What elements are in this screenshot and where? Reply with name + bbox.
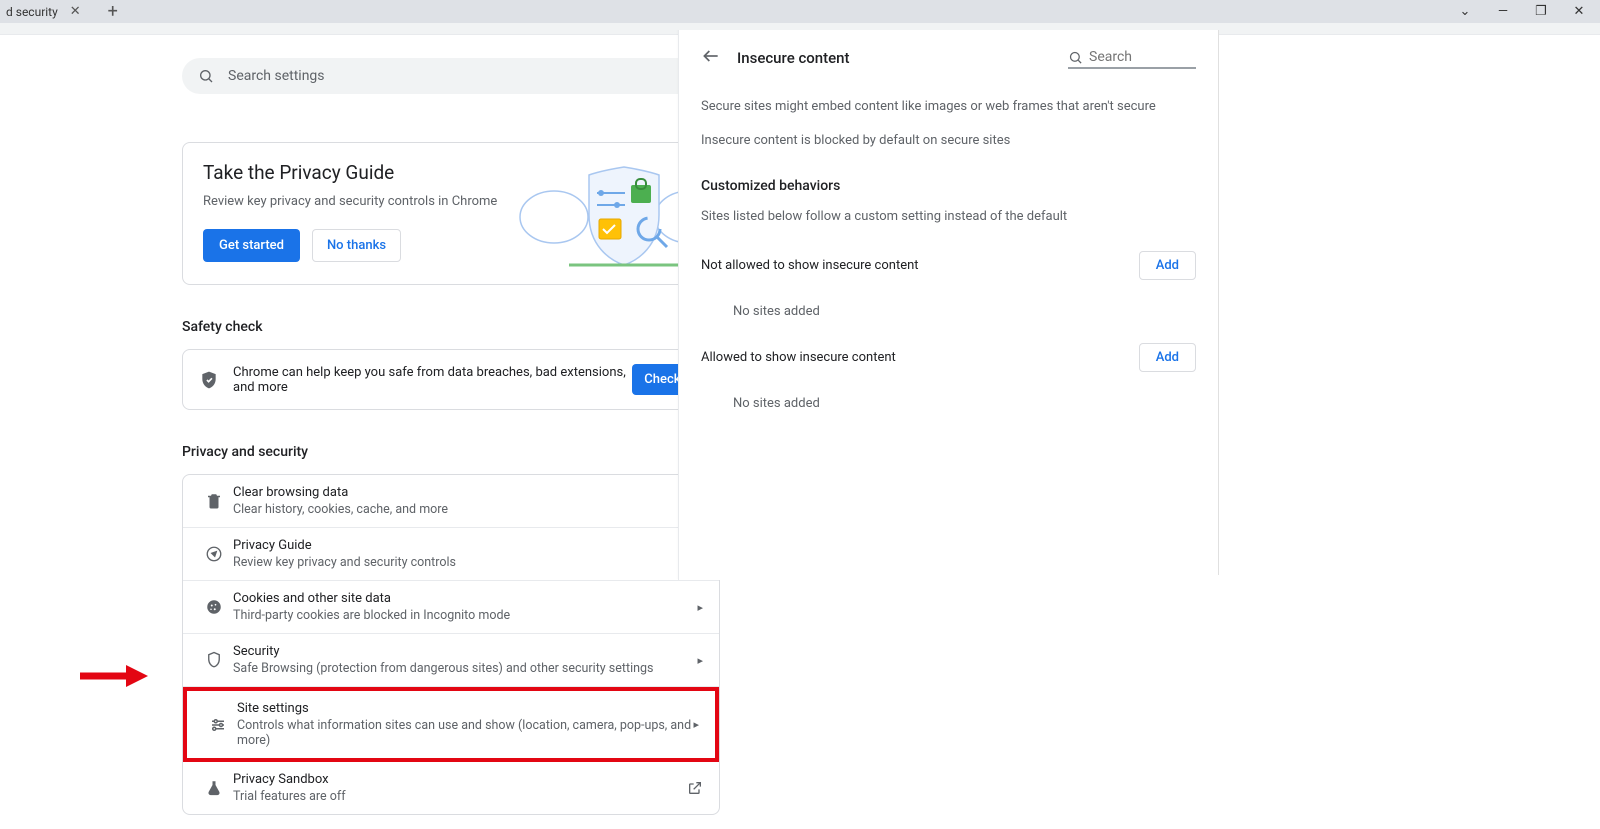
search-icon [198,68,214,84]
not-allowed-section: Not allowed to show insecure content Add… [701,251,1196,319]
chevron-right-icon: ▸ [697,601,703,614]
row-title: Cookies and other site data [233,591,697,606]
back-button[interactable] [701,46,721,70]
customized-behaviors-sub: Sites listed below follow a custom setti… [701,208,1196,226]
row-privacy-guide[interactable]: Privacy Guide Review key privacy and sec… [183,528,719,581]
close-window-button[interactable]: ✕ [1564,0,1594,23]
row-sub: Controls what information sites can use … [237,718,693,748]
row-title: Security [233,644,697,659]
panel-title: Insecure content [737,49,1052,67]
panel-desc-2: Insecure content is blocked by default o… [701,132,1196,150]
settings-content: Search settings Take the Privacy Guide R… [182,58,720,815]
row-title: Clear browsing data [233,485,703,500]
window-controls: ⌄ — ❐ ✕ [1450,0,1600,23]
row-title: Privacy Guide [233,538,703,553]
safety-check-card: Chrome can help keep you safe from data … [182,349,720,410]
right-divider [1218,30,1219,575]
cookie-icon [205,598,223,616]
row-cookies[interactable]: Cookies and other site data Third-party … [183,581,719,634]
tab-title: d security [6,5,58,19]
no-thanks-button[interactable]: No thanks [312,229,401,262]
privacy-security-heading: Privacy and security [182,444,720,460]
insecure-content-panel: Insecure content Secure sites might embe… [678,30,1218,580]
minimize-button[interactable]: — [1488,0,1518,23]
privacy-guide-card: Take the Privacy Guide Review key privac… [182,142,720,285]
row-title: Site settings [237,701,693,716]
maximize-button[interactable]: ❐ [1526,0,1556,23]
panel-search[interactable] [1068,47,1196,69]
trash-icon [205,492,223,510]
browser-tab[interactable]: d security ✕ [0,0,91,23]
row-sub: Trial features are off [233,789,687,804]
tab-strip: d security ✕ + ⌄ — ❐ ✕ [0,0,1600,23]
flask-icon [205,779,223,797]
tabs-dropdown-icon[interactable]: ⌄ [1450,0,1480,23]
arrow-left-icon [701,46,721,66]
row-sub: Clear history, cookies, cache, and more [233,502,703,517]
row-title: Privacy Sandbox [233,772,687,787]
search-placeholder: Search settings [228,68,325,84]
safety-check-text: Chrome can help keep you safe from data … [233,365,632,395]
row-clear-browsing-data[interactable]: Clear browsing data Clear history, cooki… [183,475,719,528]
search-icon [1068,50,1083,65]
shield-icon [205,651,223,669]
new-tab-button[interactable]: + [99,0,127,26]
privacy-security-list: Clear browsing data Clear history, cooki… [182,474,720,815]
customized-behaviors-heading: Customized behaviors [701,178,1196,194]
add-not-allowed-button[interactable]: Add [1139,251,1196,280]
annotation-arrow [78,661,148,691]
settings-search[interactable]: Search settings [182,58,720,94]
allowed-section: Allowed to show insecure content Add No … [701,343,1196,411]
row-sub: Review key privacy and security controls [233,555,703,570]
external-link-icon [687,780,703,796]
shield-check-icon [199,370,219,390]
row-security[interactable]: Security Safe Browsing (protection from … [183,634,719,687]
chevron-right-icon: ▸ [693,718,699,731]
row-sub: Safe Browsing (protection from dangerous… [233,661,697,676]
close-tab-icon[interactable]: ✕ [70,4,81,19]
allowed-label: Allowed to show insecure content [701,350,1139,365]
chevron-right-icon: ▸ [697,654,703,667]
add-allowed-button[interactable]: Add [1139,343,1196,372]
row-sub: Third-party cookies are blocked in Incog… [233,608,697,623]
compass-icon [205,545,223,563]
tune-icon [209,716,227,734]
panel-desc-1: Secure sites might embed content like im… [701,98,1196,116]
no-sites-text: No sites added [733,304,1196,319]
no-sites-text: No sites added [733,396,1196,411]
panel-search-input[interactable] [1089,49,1196,65]
row-privacy-sandbox[interactable]: Privacy Sandbox Trial features are off [183,762,719,814]
get-started-button[interactable]: Get started [203,229,300,262]
safety-check-heading: Safety check [182,319,720,335]
row-site-settings[interactable]: Site settings Controls what information … [183,687,719,762]
not-allowed-label: Not allowed to show insecure content [701,258,1139,273]
